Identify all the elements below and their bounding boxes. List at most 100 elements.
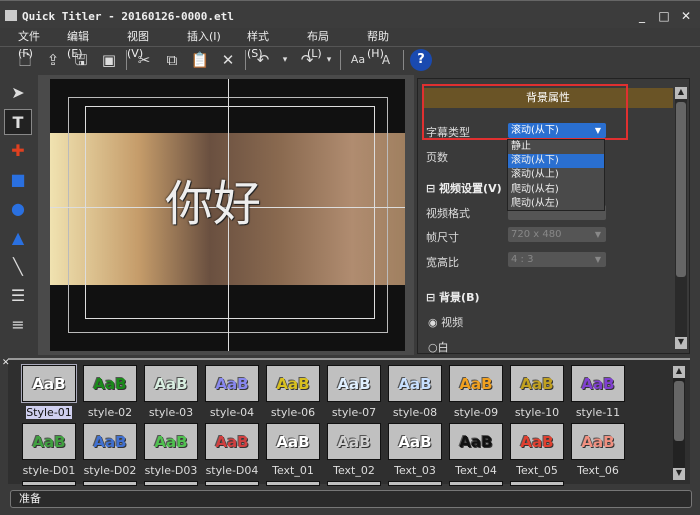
style-label[interactable]: style-07	[324, 406, 384, 419]
canvas-area[interactable]: 你好	[38, 75, 414, 355]
option-static[interactable]: 静止	[508, 140, 604, 154]
style-thumbnail[interactable]	[327, 481, 381, 486]
open-file-icon[interactable]: ⇪	[42, 49, 64, 71]
style-label[interactable]: style-09	[446, 406, 506, 419]
style-label[interactable]: style-D04	[202, 464, 262, 477]
style-thumbnail[interactable]: AaB	[449, 365, 503, 402]
style-label[interactable]: style-10	[507, 406, 567, 419]
style-label[interactable]: Text_01	[263, 464, 323, 477]
copy-icon[interactable]: ⧉	[161, 49, 183, 71]
style-label[interactable]: style-06	[263, 406, 323, 419]
option-roll-down[interactable]: 滚动(从上)	[508, 168, 604, 182]
cut-icon[interactable]: ✂	[133, 49, 155, 71]
style-thumbnail[interactable]	[388, 481, 442, 486]
gallery-scrollbar[interactable]: ▲ ▼	[673, 366, 685, 480]
new-file-icon[interactable]: 🗋	[14, 49, 36, 71]
style-thumbnail[interactable]: AaB	[205, 423, 259, 460]
style-thumbnail[interactable]	[83, 481, 137, 486]
title-text[interactable]: 你好	[165, 164, 261, 234]
scroll-thumb[interactable]	[676, 102, 686, 277]
style-thumbnail[interactable]: AaB	[266, 365, 320, 402]
style-label[interactable]: Text_06	[568, 464, 628, 477]
style-label[interactable]: Text_02	[324, 464, 384, 477]
minimize-button[interactable]: _	[634, 9, 650, 23]
style-label[interactable]: style-03	[141, 406, 201, 419]
style-label[interactable]: style-02	[80, 406, 140, 419]
menu-insert[interactable]: 插入(I)	[175, 28, 235, 45]
style-thumbnail[interactable]: AaB	[449, 423, 503, 460]
menu-style[interactable]: 样式(S)	[235, 28, 295, 60]
help-icon[interactable]: ?	[410, 49, 432, 71]
style-thumbnail[interactable]: AaB	[571, 423, 625, 460]
style-thumbnail[interactable]: AaB	[571, 365, 625, 402]
style-thumbnail[interactable]: AaB	[22, 423, 76, 460]
style-thumbnail[interactable]: AaB	[327, 365, 381, 402]
scroll-up-icon[interactable]: ▲	[675, 87, 687, 99]
redo-icon[interactable]: ↷	[296, 49, 318, 71]
text-tool-icon[interactable]: T	[4, 109, 32, 135]
style-label[interactable]: style-D01	[19, 464, 79, 477]
distribute-tool-icon[interactable]: ≡	[4, 312, 32, 338]
undo-icon[interactable]: ↶	[252, 49, 274, 71]
style-label[interactable]: style-11	[568, 406, 628, 419]
style-thumbnail[interactable]	[144, 481, 198, 486]
style-label[interactable]: style-D03	[141, 464, 201, 477]
rectangle-tool-icon[interactable]: ■	[4, 167, 32, 193]
style-thumbnail[interactable]	[449, 481, 503, 486]
style-thumbnail[interactable]: AaB	[144, 423, 198, 460]
delete-icon[interactable]: ✕	[217, 49, 239, 71]
scroll-down-icon[interactable]: ▼	[675, 337, 687, 349]
style-thumbnail[interactable]: AaB	[21, 364, 77, 403]
panel-scrollbar[interactable]: ▲ ▼	[675, 87, 687, 349]
style-label[interactable]: style-08	[385, 406, 445, 419]
style-label[interactable]: Text_03	[385, 464, 445, 477]
style-thumbnail[interactable]: AaB	[144, 365, 198, 402]
menu-file[interactable]: 文件(F)	[0, 28, 55, 60]
style-label[interactable]: Text_04	[446, 464, 506, 477]
redo-dropdown-icon[interactable]: ▾	[324, 49, 334, 71]
save-as-icon[interactable]: ▣	[98, 49, 120, 71]
style-thumbnail[interactable]	[266, 481, 320, 486]
scroll-down-icon[interactable]: ▼	[673, 468, 685, 480]
option-roll-up[interactable]: 滚动(从下)	[508, 154, 604, 169]
menu-view[interactable]: 视图(V)	[115, 28, 175, 60]
close-gallery-icon[interactable]: ✕	[2, 358, 10, 368]
undo-dropdown-icon[interactable]: ▾	[280, 49, 290, 71]
style-thumbnail[interactable]: AaB	[327, 423, 381, 460]
style-label[interactable]: style-D02	[80, 464, 140, 477]
style-thumbnail[interactable]: AaB	[266, 423, 320, 460]
style-thumbnail[interactable]	[22, 481, 76, 486]
save-icon[interactable]: 🖫	[70, 49, 92, 71]
radio-video[interactable]: ◉ 视频	[428, 314, 463, 330]
style-thumbnail[interactable]: AaB	[83, 365, 137, 402]
style-thumbnail[interactable]	[510, 481, 564, 486]
style-label[interactable]: Style-01	[26, 406, 72, 419]
text-effect-icon[interactable]: Aa	[347, 49, 369, 71]
title-preview[interactable]: 你好	[50, 79, 405, 351]
option-crawl-right[interactable]: 爬动(从左)	[508, 197, 604, 211]
move-tool-icon[interactable]: ✚	[4, 138, 32, 164]
line-tool-icon[interactable]: ╲	[4, 254, 32, 280]
style-thumbnail[interactable]: AaB	[510, 365, 564, 402]
video-settings-section[interactable]: ⊟ 视频设置(V)	[426, 180, 502, 196]
style-thumbnail[interactable]: AaB	[510, 423, 564, 460]
menu-help[interactable]: 帮助(H)	[355, 28, 415, 60]
style-thumbnail[interactable]: AaB	[388, 365, 442, 402]
find-text-icon[interactable]: A🔍	[375, 49, 397, 89]
paste-icon[interactable]: 📋	[189, 49, 211, 71]
style-thumbnail[interactable]: AaB	[388, 423, 442, 460]
triangle-tool-icon[interactable]: ▲	[4, 225, 32, 251]
pointer-tool-icon[interactable]: ➤	[4, 80, 32, 106]
scroll-thumb[interactable]	[674, 381, 684, 441]
style-thumbnail[interactable]: AaB	[83, 423, 137, 460]
maximize-button[interactable]: □	[656, 9, 672, 23]
background-section[interactable]: ⊟ 背景(B)	[426, 289, 480, 305]
style-thumbnail[interactable]	[205, 481, 259, 486]
radio-white[interactable]: ○白	[428, 339, 449, 355]
ellipse-tool-icon[interactable]: ●	[4, 196, 32, 222]
menu-edit[interactable]: 编辑(E)	[55, 28, 115, 60]
style-label[interactable]: style-04	[202, 406, 262, 419]
close-button[interactable]: ✕	[678, 9, 694, 23]
scroll-up-icon[interactable]: ▲	[673, 366, 685, 378]
style-thumbnail[interactable]: AaB	[205, 365, 259, 402]
